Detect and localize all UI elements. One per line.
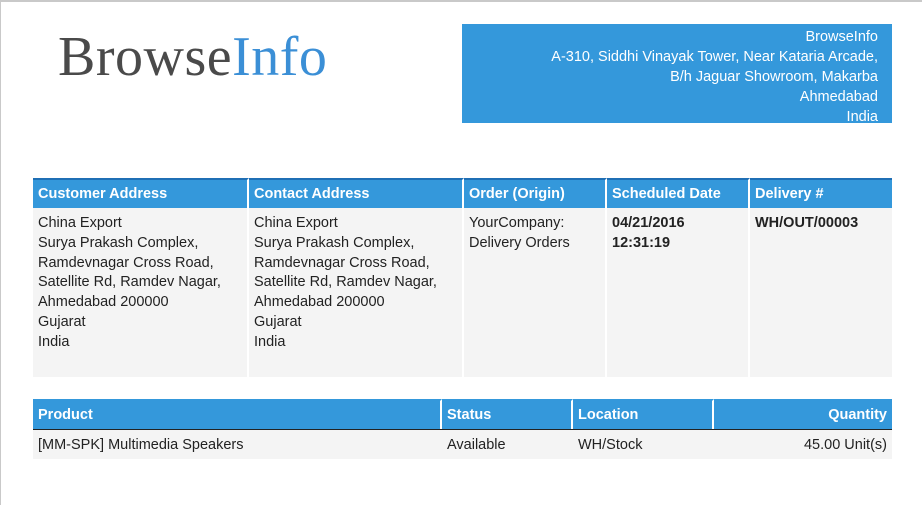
header-quantity: Quantity bbox=[714, 399, 892, 429]
product-location-cell: WH/Stock bbox=[573, 429, 714, 459]
product-status-cell: Available bbox=[442, 429, 573, 459]
logo-text-browse: Browse bbox=[58, 26, 233, 88]
contact-address-line: Satellite Rd, Ramdev Nagar, bbox=[254, 274, 437, 291]
address-table: Customer Address Contact Address Order (… bbox=[33, 178, 892, 377]
contact-address-line: India bbox=[254, 333, 286, 350]
header-product: Product bbox=[33, 399, 442, 429]
header-contact-address: Contact Address bbox=[249, 178, 464, 208]
product-table-header: Product Status Location Quantity bbox=[33, 399, 892, 429]
table-row: [MM-SPK] Multimedia Speakers Available W… bbox=[33, 429, 892, 459]
contact-address-cell: China Export Surya Prakash Complex, Ramd… bbox=[249, 208, 464, 377]
company-country: India bbox=[846, 109, 878, 125]
scheduled-date-value: 04/21/2016 12:31:19 bbox=[607, 208, 750, 377]
customer-address-line: Ramdevnagar Cross Road, bbox=[38, 254, 214, 271]
company-address-line: B/h Jaguar Showroom, Makarba bbox=[670, 69, 878, 85]
contact-address-line: Surya Prakash Complex, bbox=[254, 234, 415, 251]
customer-address-line: China Export bbox=[38, 215, 122, 231]
customer-address-line: Satellite Rd, Ramdev Nagar, bbox=[38, 274, 221, 291]
header-delivery-number: Delivery # bbox=[750, 178, 892, 208]
contact-address-line: Ahmedabad 200000 bbox=[254, 294, 385, 311]
product-quantity-cell: 45.00 Unit(s) bbox=[714, 429, 892, 459]
customer-address-line: Gujarat bbox=[38, 313, 86, 330]
delivery-number-value: WH/OUT/00003 bbox=[750, 208, 892, 377]
company-name: BrowseInfo bbox=[805, 29, 878, 45]
customer-address-line: Ahmedabad 200000 bbox=[38, 294, 169, 311]
header-customer-address: Customer Address bbox=[33, 178, 249, 208]
header-status: Status bbox=[442, 399, 573, 429]
order-origin-line: Delivery Orders bbox=[469, 234, 570, 251]
header-scheduled-date: Scheduled Date bbox=[607, 178, 750, 208]
company-address-box: BrowseInfo A-310, Siddhi Vinayak Tower, … bbox=[462, 24, 892, 125]
product-name-cell: [MM-SPK] Multimedia Speakers bbox=[33, 429, 442, 459]
address-table-row: China Export Surya Prakash Complex, Ramd… bbox=[33, 208, 892, 377]
logo-text-info: Info bbox=[232, 26, 328, 88]
contact-address-line: Gujarat bbox=[254, 313, 302, 330]
contact-address-line: Ramdevnagar Cross Road, bbox=[254, 254, 430, 271]
company-address-line: A-310, Siddhi Vinayak Tower, Near Katari… bbox=[551, 49, 878, 65]
contact-address-line: China Export bbox=[254, 215, 338, 231]
address-table-header: Customer Address Contact Address Order (… bbox=[33, 178, 892, 208]
order-origin-cell: YourCompany: Delivery Orders bbox=[464, 208, 607, 377]
header-location: Location bbox=[573, 399, 714, 429]
company-logo: BrowseInfo bbox=[58, 24, 327, 90]
product-table: Product Status Location Quantity [MM-SPK… bbox=[33, 399, 892, 459]
header-order-origin: Order (Origin) bbox=[464, 178, 607, 208]
customer-address-cell: China Export Surya Prakash Complex, Ramd… bbox=[33, 208, 249, 377]
company-city: Ahmedabad bbox=[799, 89, 878, 105]
customer-address-line: India bbox=[38, 333, 70, 350]
order-origin-line: YourCompany: bbox=[469, 215, 565, 231]
customer-address-line: Surya Prakash Complex, bbox=[38, 234, 199, 251]
